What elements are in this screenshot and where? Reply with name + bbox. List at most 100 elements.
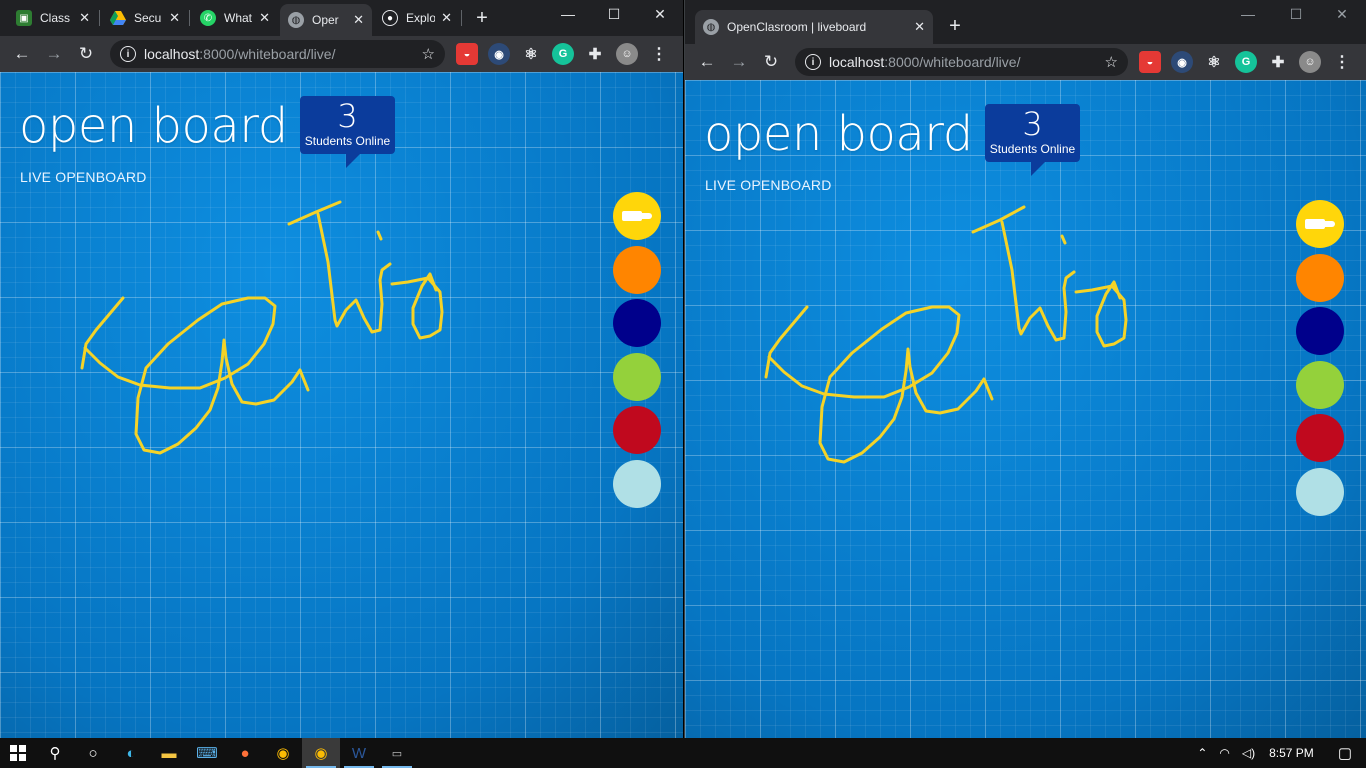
classroom-icon: ▣ [16, 10, 32, 26]
wifi-icon[interactable]: ◠ [1219, 746, 1229, 760]
new-tab-button[interactable]: + [468, 4, 496, 32]
terminal-icon[interactable]: ▭ [378, 738, 416, 768]
color-swatch-green[interactable] [1296, 360, 1344, 409]
firefox-icon[interactable]: ● [226, 738, 264, 768]
browser-toolbar: ← → ↻ i localhost:8000/whiteboard/live/ … [0, 36, 683, 72]
tab-separator [461, 10, 462, 26]
color-swatch-orange[interactable] [613, 245, 661, 294]
whiteboard-canvas[interactable] [0, 72, 683, 738]
start-button[interactable] [0, 738, 36, 768]
close-icon[interactable]: ✕ [441, 10, 452, 26]
menu-kebab-icon[interactable]: ⋮ [648, 43, 670, 65]
close-icon[interactable]: ✕ [169, 10, 180, 26]
bookmark-star-icon[interactable]: ☆ [1105, 53, 1118, 71]
github-icon: ● [382, 10, 398, 26]
notifications-icon[interactable]: ▢ [1338, 744, 1352, 762]
brush-icon [1305, 218, 1335, 230]
tab-openboard[interactable]: ◍ Oper ✕ [280, 4, 372, 36]
minimize-button[interactable]: — [545, 0, 591, 30]
minimize-button[interactable]: — [1225, 0, 1271, 30]
bookmark-star-icon[interactable]: ☆ [422, 45, 435, 63]
react-devtools-icon[interactable]: ⚛ [520, 43, 542, 65]
color-palette [1296, 200, 1344, 521]
color-swatch-yellow[interactable] [613, 192, 661, 240]
brush-icon [622, 210, 652, 222]
color-swatch-navy[interactable] [613, 299, 661, 347]
chrome-dev-icon[interactable]: ◉ [302, 738, 340, 768]
clock[interactable]: 8:57 PM [1269, 746, 1314, 760]
back-button[interactable]: ← [8, 40, 36, 68]
site-info-icon[interactable]: i [805, 54, 821, 70]
browser-toolbar: ← → ↻ i localhost:8000/whiteboard/live/ … [685, 44, 1366, 80]
tab-security[interactable]: Secu ✕ [102, 4, 188, 32]
drive-icon [110, 10, 126, 26]
chevron-up-icon[interactable]: ⌃ [1197, 746, 1207, 760]
search-icon[interactable]: ⚲ [36, 738, 74, 768]
windows-logo-icon [10, 745, 26, 761]
whatsapp-icon: ✆ [200, 10, 216, 26]
address-bar[interactable]: i localhost:8000/whiteboard/live/ ☆ [110, 40, 445, 68]
pocket-extension-icon[interactable]: ◒ [456, 43, 478, 65]
browser-window-right: ◍ OpenClasroom | liveboard ✕ + — ☐ ✕ ← →… [684, 0, 1366, 738]
color-swatch-navy[interactable] [1296, 307, 1344, 355]
color-swatch-yellow[interactable] [1296, 200, 1344, 248]
tab-whatsapp[interactable]: ✆ What ✕ [192, 4, 278, 32]
whiteboard-page: open board LIVE OPENBOARD 3 Students Onl… [0, 72, 683, 738]
react-devtools-icon[interactable]: ⚛ [1203, 51, 1225, 73]
close-icon[interactable]: ✕ [914, 19, 925, 35]
keyboard-app-icon[interactable]: ⌨ [188, 738, 226, 768]
extension-circle-icon[interactable]: ◉ [1171, 51, 1193, 73]
file-explorer-icon[interactable]: ▬ [150, 738, 188, 768]
color-swatch-lightblue[interactable] [613, 459, 661, 508]
color-swatch-red[interactable] [1296, 414, 1344, 462]
forward-button[interactable]: → [725, 48, 753, 76]
profile-avatar[interactable]: ☺ [1299, 51, 1321, 73]
tab-explore[interactable]: ● Explo ✕ [374, 4, 460, 32]
drawn-strokes [80, 200, 444, 455]
task-view-icon[interactable]: ○ [74, 738, 112, 768]
forward-button[interactable]: → [40, 40, 68, 68]
desktop-screen: ▣ Class ✕ Secu ✕ ✆ What ✕ ◍ Oper ✕ ● Exp… [0, 0, 1366, 768]
color-swatch-red[interactable] [613, 406, 661, 454]
new-tab-button[interactable]: + [941, 12, 969, 40]
back-button[interactable]: ← [693, 48, 721, 76]
tab-classroom[interactable]: ▣ Class ✕ [8, 4, 98, 32]
close-window-button[interactable]: ✕ [637, 0, 683, 30]
color-swatch-green[interactable] [613, 352, 661, 401]
whiteboard-page: open board LIVE OPENBOARD 3 Students Onl… [685, 80, 1366, 738]
grammarly-icon[interactable]: G [1235, 51, 1257, 73]
globe-icon: ◍ [288, 12, 304, 28]
pocket-extension-icon[interactable]: ◒ [1139, 51, 1161, 73]
color-swatch-orange[interactable] [1296, 253, 1344, 302]
maximize-button[interactable]: ☐ [1273, 0, 1319, 30]
whiteboard-canvas[interactable] [685, 80, 1366, 738]
extensions-puzzle-icon[interactable]: ✚ [1267, 51, 1289, 73]
grammarly-icon[interactable]: G [552, 43, 574, 65]
chrome-icon[interactable]: ◉ [264, 738, 302, 768]
url-text: localhost:8000/whiteboard/live/ [829, 54, 1021, 70]
menu-kebab-icon[interactable]: ⋮ [1331, 51, 1353, 73]
site-info-icon[interactable]: i [120, 46, 136, 62]
browser-window-left: ▣ Class ✕ Secu ✕ ✆ What ✕ ◍ Oper ✕ ● Exp… [0, 0, 683, 738]
tab-separator [99, 10, 100, 26]
reload-button[interactable]: ↻ [757, 48, 785, 76]
address-bar[interactable]: i localhost:8000/whiteboard/live/ ☆ [795, 48, 1128, 76]
close-icon[interactable]: ✕ [353, 12, 364, 28]
reload-button[interactable]: ↻ [72, 40, 100, 68]
close-icon[interactable]: ✕ [79, 10, 90, 26]
tab-strip: ◍ OpenClasroom | liveboard ✕ + — ☐ ✕ [685, 0, 1366, 44]
taskbar: ⚲ ○ ◐ ▬ ⌨ ● ◉ ◉ W ▭ ⌃ ◠ ◁) 8:57 PM ▢ [0, 738, 1366, 768]
profile-avatar[interactable]: ☺ [616, 43, 638, 65]
speaker-icon[interactable]: ◁) [1242, 746, 1255, 760]
maximize-button[interactable]: ☐ [591, 0, 637, 30]
close-icon[interactable]: ✕ [259, 10, 270, 26]
tab-separator [189, 10, 190, 26]
tab-openclasroom-liveboard[interactable]: ◍ OpenClasroom | liveboard ✕ [695, 10, 933, 44]
extension-circle-icon[interactable]: ◉ [488, 43, 510, 65]
word-icon[interactable]: W [340, 738, 378, 768]
edge-icon[interactable]: ◐ [112, 738, 150, 768]
close-window-button[interactable]: ✕ [1319, 0, 1365, 30]
system-tray: ⌃ ◠ ◁) 8:57 PM ▢ [1191, 738, 1366, 768]
extensions-puzzle-icon[interactable]: ✚ [584, 43, 606, 65]
color-swatch-lightblue[interactable] [1296, 467, 1344, 516]
